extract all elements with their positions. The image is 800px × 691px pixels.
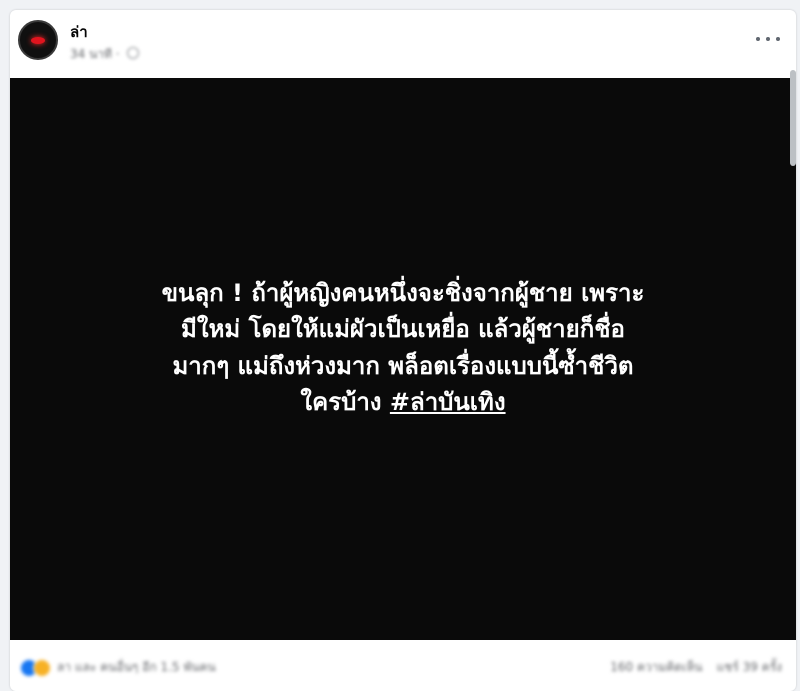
post-card: ล่า 34 นาที · ขนลุก ! ถ้าผู้หญิงคนหนึ่งจ… [10, 10, 796, 691]
timestamp-text: 34 นาที · [70, 47, 120, 61]
post-text-line: มากๆ แม่ถึงห่วงมาก พล็อตเรื่องแบบนี้ซ้ำช… [172, 351, 634, 380]
more-icon-dot [766, 37, 770, 41]
shares-count[interactable]: แชร์ 39 ครั้ง [716, 658, 782, 677]
avatar-logo-icon [31, 37, 45, 44]
haha-icon [33, 658, 51, 677]
more-icon-dot [776, 37, 780, 41]
post-image-text: ขนลุก ! ถ้าผู้หญิงคนหนึ่งจะชิ่งจากผู้ชาย… [32, 275, 774, 421]
page-avatar[interactable] [18, 20, 58, 60]
post-text-line: ขนลุก ! ถ้าผู้หญิงคนหนึ่งจะชิ่งจากผู้ชาย… [161, 279, 645, 307]
post-text-prefix: ใครบ้าง [300, 388, 390, 417]
comments-count[interactable]: 160 ความคิดเห็น [610, 658, 702, 677]
reactions-bar[interactable]: ลา และ คนอื่นๆ อีก 1.5 พันคน [20, 658, 216, 677]
post-stats: 160 ความคิดเห็น แชร์ 39 ครั้ง [610, 658, 782, 677]
globe-icon [127, 47, 140, 59]
post-image[interactable]: ขนลุก ! ถ้าผู้หญิงคนหนึ่งจะชิ่งจากผู้ชาย… [10, 78, 796, 640]
more-options-button[interactable] [756, 30, 780, 48]
post-header: ล่า 34 นาที · [10, 10, 796, 78]
post-text-line: ใครบ้าง #ล่าบันเทิง [32, 384, 774, 420]
hashtag: #ล่าบันเทิง [389, 388, 506, 417]
post-timestamp[interactable]: 34 นาที · [70, 45, 140, 64]
scrollbar[interactable] [790, 70, 796, 166]
post-text-line: มีใหม่ โดยให้แม่ผัวเป็นเหยื่อ แล้วผู้ชาย… [181, 315, 625, 344]
post-footer: ลา และ คนอื่นๆ อีก 1.5 พันคน 160 ความคิด… [10, 640, 796, 691]
reactions-summary: ลา และ คนอื่นๆ อีก 1.5 พันคน [57, 660, 216, 674]
page-name[interactable]: ล่า [70, 20, 88, 44]
more-icon [756, 37, 760, 41]
